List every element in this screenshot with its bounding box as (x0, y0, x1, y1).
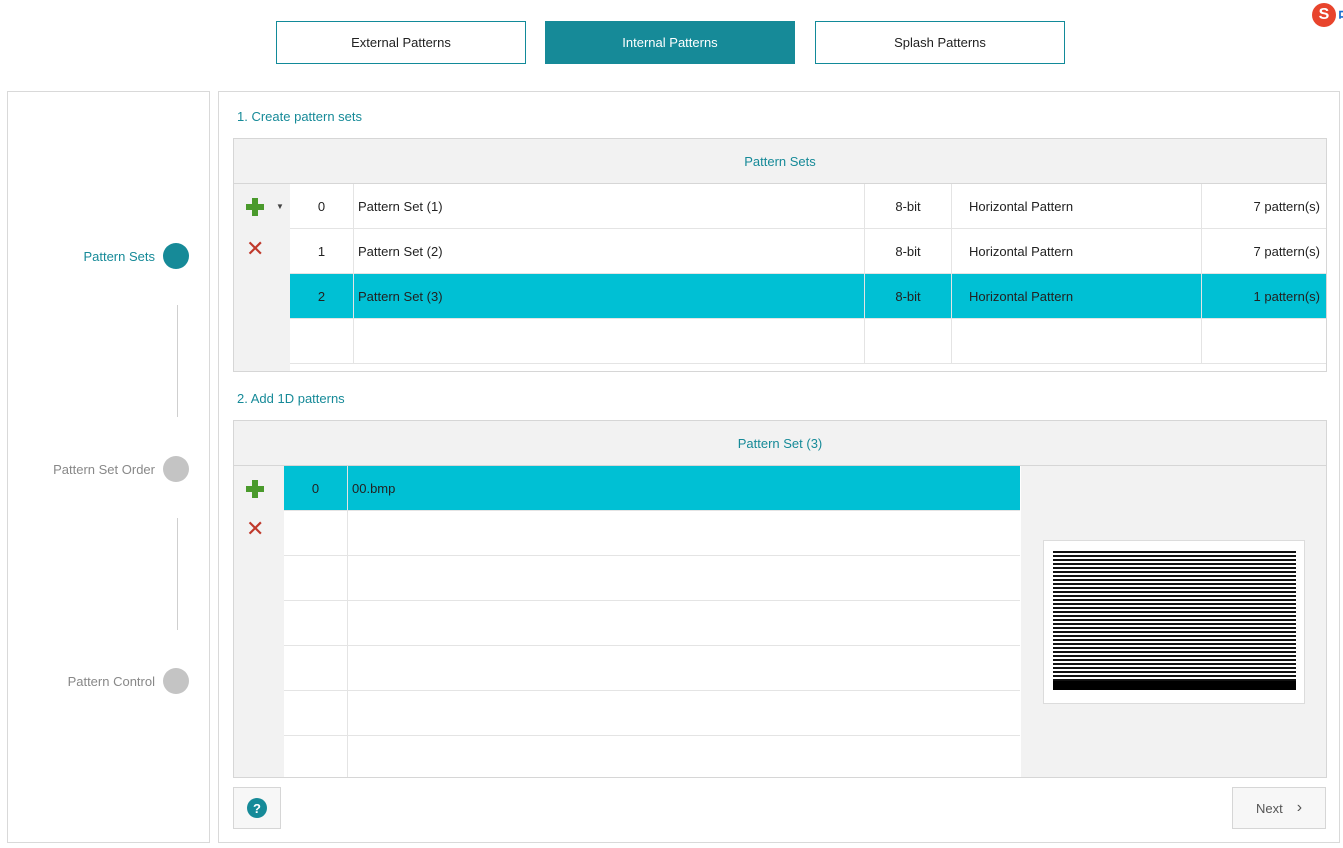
row-name: Pattern Set (2) (354, 229, 865, 273)
grid-toolbar: ▼ ✕ (234, 184, 290, 371)
step-connector (177, 518, 178, 630)
help-icon: ? (247, 798, 267, 818)
table-row-empty (284, 601, 1020, 646)
main-panel: 1. Create pattern sets Pattern Sets ▼ ✕ … (218, 91, 1340, 843)
step-dot-icon (163, 243, 189, 269)
section-add-1d-patterns-title: 2. Add 1D patterns (237, 391, 345, 406)
grid-toolbar: ✕ (234, 466, 284, 777)
table-row[interactable]: 1 Pattern Set (2) 8-bit Horizontal Patte… (290, 229, 1326, 274)
step-pattern-set-order[interactable]: Pattern Set Order (53, 456, 189, 482)
step-connector (177, 305, 178, 417)
table-row-empty (284, 646, 1020, 691)
next-button[interactable]: Next › (1232, 787, 1326, 829)
add-pattern-icon[interactable] (244, 478, 266, 500)
pattern-preview-area (1021, 466, 1326, 777)
tab-internal-patterns[interactable]: Internal Patterns (545, 21, 795, 64)
row-bit-depth: 8-bit (865, 184, 952, 228)
table-row-empty (290, 319, 1326, 364)
add-pattern-set-icon[interactable] (244, 196, 266, 218)
table-row-empty (284, 556, 1020, 601)
row-pattern-count: 1 pattern(s) (1253, 288, 1320, 304)
table-row-selected[interactable]: 0 00.bmp (284, 466, 1020, 511)
step-pattern-control[interactable]: Pattern Control (68, 668, 189, 694)
row-index: 1 (290, 229, 354, 273)
horizontal-stripes-image (1053, 551, 1296, 681)
row-bit-depth: 8-bit (865, 229, 952, 273)
row-index: 2 (290, 274, 354, 318)
row-pattern-count: 7 pattern(s) (1253, 243, 1320, 259)
section-create-pattern-sets-title: 1. Create pattern sets (237, 109, 363, 124)
delete-pattern-set-icon[interactable]: ✕ (246, 238, 264, 260)
sogou-s-icon: S (1312, 3, 1336, 27)
step-label: Pattern Sets (83, 248, 155, 264)
chevron-right-icon: › (1296, 799, 1303, 816)
table-row-empty (284, 511, 1020, 556)
row-pattern-type: Horizontal Pattern (952, 184, 1202, 228)
row-pattern-type: Horizontal Pattern (952, 229, 1202, 273)
horizontal-stripes-bar (1053, 681, 1296, 690)
ime-indicator[interactable]: S 中 (1312, 3, 1343, 27)
table-row-empty (284, 691, 1020, 736)
tab-external-patterns[interactable]: External Patterns (276, 21, 526, 64)
delete-pattern-icon[interactable]: ✕ (246, 518, 264, 540)
row-pattern-type: Horizontal Pattern (952, 274, 1202, 318)
grid-header: Pattern Sets (234, 139, 1326, 184)
grid-header: Pattern Set (3) (234, 421, 1326, 466)
row-bit-depth: 8-bit (865, 274, 952, 318)
pattern-preview-image (1043, 540, 1305, 704)
step-label: Pattern Control (67, 673, 155, 689)
patterns-grid: Pattern Set (3) ✕ 0 00.bmp (233, 420, 1327, 778)
row-index: 0 (284, 466, 348, 510)
step-pattern-sets[interactable]: Pattern Sets (83, 243, 189, 269)
step-dot-icon (163, 668, 189, 694)
ime-language-label: 中 (1338, 5, 1343, 26)
step-navigator: Pattern Sets Pattern Set Order Pattern C… (7, 91, 210, 843)
next-button-label: Next (1255, 800, 1283, 816)
row-index: 0 (290, 184, 354, 228)
table-row-empty (284, 736, 1020, 777)
row-name: Pattern Set (3) (354, 274, 865, 318)
row-filename: 00.bmp (352, 480, 396, 496)
row-pattern-count: 7 pattern(s) (1253, 198, 1320, 214)
chevron-down-icon[interactable]: ▼ (276, 202, 284, 211)
pattern-sets-grid: Pattern Sets ▼ ✕ 0 Pattern Set (1) 8-bit… (233, 138, 1327, 372)
row-name: Pattern Set (1) (354, 184, 865, 228)
tab-splash-patterns[interactable]: Splash Patterns (815, 21, 1065, 64)
table-row[interactable]: 0 Pattern Set (1) 8-bit Horizontal Patte… (290, 184, 1326, 229)
step-dot-icon (163, 456, 189, 482)
help-button[interactable]: ? (233, 787, 281, 829)
table-row-selected[interactable]: 2 Pattern Set (3) 8-bit Horizontal Patte… (290, 274, 1326, 319)
step-label: Pattern Set Order (53, 461, 155, 477)
